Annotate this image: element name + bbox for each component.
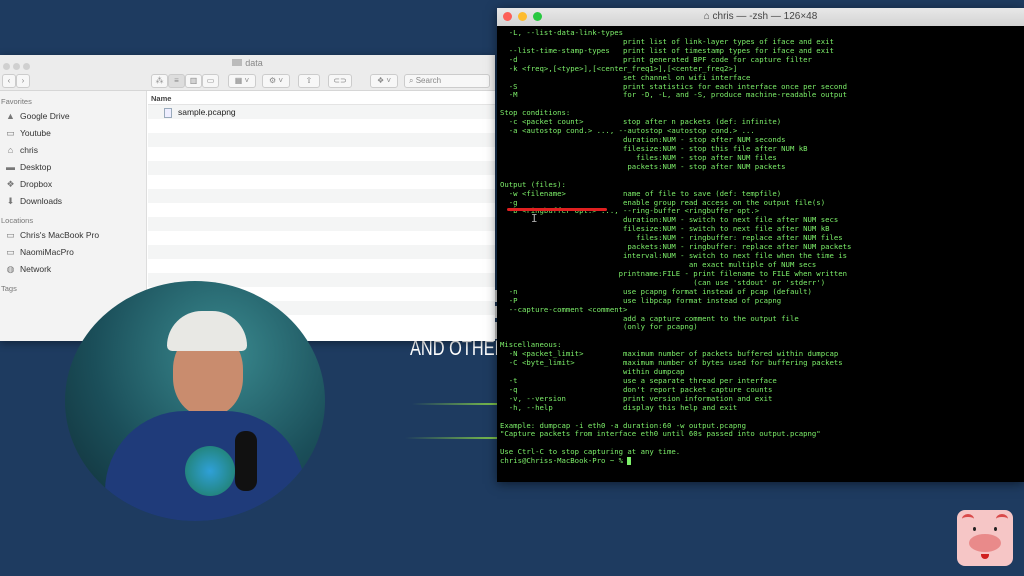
window-title: data	[245, 58, 263, 68]
empty-row	[148, 133, 495, 147]
webcam-overlay	[65, 281, 325, 521]
sidebar-item-downloads[interactable]: ⬇ Downloads	[0, 193, 146, 210]
slide-decor-line	[405, 437, 497, 439]
empty-row	[148, 161, 495, 175]
folder-icon: ▭	[6, 128, 15, 138]
gallery-view-button[interactable]: ▭	[202, 74, 219, 88]
list-view-button[interactable]: ≡	[168, 74, 185, 88]
dropbox-button[interactable]: ❖ ˅	[370, 74, 398, 88]
home-icon: ⌂	[703, 11, 713, 22]
downloads-icon: ⬇	[6, 196, 15, 206]
zoom-button[interactable]	[533, 12, 542, 21]
zoom-button[interactable]	[23, 63, 30, 70]
group-button[interactable]: ▦ ˅	[228, 74, 256, 88]
tags-header: Tags	[1, 284, 17, 293]
text-cursor-icon: I	[531, 212, 538, 225]
red-underline-annotation	[507, 208, 607, 211]
close-button[interactable]	[3, 63, 10, 70]
empty-row	[148, 217, 495, 231]
laptop-icon: ▭	[6, 230, 15, 240]
empty-row	[148, 119, 495, 133]
folder-icon	[232, 59, 243, 66]
sidebar-item-chris-s-macbook-pro[interactable]: ▭ Chris's MacBook Pro	[0, 227, 146, 244]
sidebar-item-label: chris	[20, 145, 38, 155]
sidebar-item-naomimacpro[interactable]: ▭ NaomiMacPro	[0, 244, 146, 261]
slide-decor-line	[412, 403, 497, 405]
terminal-window: ⌂ chris — -zsh — 126×48 -L, --list-data-…	[497, 8, 1024, 482]
share-button[interactable]: ⇧	[298, 74, 320, 88]
action-gear-button[interactable]: ⚙ ˅	[262, 74, 290, 88]
sidebar-item-label: Desktop	[20, 162, 52, 172]
document-icon	[164, 107, 172, 118]
tag-button[interactable]: ⊂⊃	[328, 74, 352, 88]
empty-row	[148, 231, 495, 245]
terminal-titlebar: ⌂ chris — -zsh — 126×48	[497, 8, 1024, 26]
sidebar-item-google-drive[interactable]: ▲ Google Drive	[0, 108, 146, 125]
terminal-cursor	[627, 457, 632, 466]
sidebar-item-label: Chris's MacBook Pro	[20, 230, 100, 240]
sidebar-item-label: Dropbox	[20, 179, 53, 189]
forward-button[interactable]: ›	[16, 74, 30, 88]
empty-row	[148, 189, 495, 203]
sidebar-item-network[interactable]: ◍ Network	[0, 261, 146, 278]
column-view-button[interactable]: ▥	[185, 74, 202, 88]
empty-row	[148, 203, 495, 217]
sidebar-item-desktop[interactable]: ▬ Desktop	[0, 159, 146, 176]
terminal-line: packets:NUM - stop after NUM packets	[500, 161, 786, 171]
sidebar-item-label: Network	[20, 264, 52, 274]
file-name: sample.pcapng	[178, 107, 236, 117]
sidebar-item-label: NaomiMacPro	[20, 247, 74, 257]
terminal-line: (only for pcapng)	[500, 322, 698, 332]
empty-row	[148, 245, 495, 259]
empty-row	[148, 259, 495, 273]
search-input[interactable]: ⌕ Search	[404, 74, 490, 88]
computer-icon: ▭	[6, 247, 15, 257]
sidebar-item-chris[interactable]: ⌂ chris	[0, 142, 146, 159]
home-icon: ⌂	[7, 145, 14, 155]
desktop-icon: ▬	[6, 162, 15, 172]
sidebar-item-label: Youtube	[20, 128, 51, 138]
sidebar-item-youtube[interactable]: ▭ Youtube	[0, 125, 146, 142]
back-button[interactable]: ‹	[2, 74, 16, 88]
network-icon: ◍	[6, 264, 15, 274]
finder-toolbar: ‹ › ⁂ ≡ ▥ ▭ ▦ ˅ ⚙ ˅ ⇧ ⊂⊃ ❖ ˅ ⌕ Search	[0, 71, 495, 91]
finder-titlebar: data	[0, 55, 495, 71]
minimize-button[interactable]	[518, 12, 527, 21]
cap	[167, 311, 247, 351]
terminal-line: -h, --help display this help and exit	[500, 402, 738, 412]
terminal-line: -M for -D, -L, and -S, produce machine-r…	[500, 90, 848, 100]
dropbox-icon: ❖	[6, 179, 15, 189]
search-icon: ⌕	[409, 76, 416, 85]
column-header-name[interactable]: Name	[148, 91, 495, 105]
terminal-title: chris — -zsh — 126×48	[712, 11, 818, 22]
sidebar-item-dropbox[interactable]: ❖ Dropbox	[0, 176, 146, 193]
google-drive-icon: ▲	[6, 111, 15, 121]
empty-row	[148, 175, 495, 189]
close-button[interactable]	[503, 12, 512, 21]
terminal-line: "Capture packets from interface eth0 unt…	[500, 429, 821, 439]
pig-logo	[957, 510, 1013, 566]
shell-prompt: chris@Chriss-MacBook-Pro ~ %	[500, 456, 628, 466]
minimize-button[interactable]	[13, 63, 20, 70]
sidebar-item-label: Google Drive	[20, 111, 70, 121]
terminal-output[interactable]: -L, --list-data-link-types print list of…	[497, 26, 1024, 466]
file-row[interactable]: sample.pcapng	[148, 105, 495, 119]
icon-view-button[interactable]: ⁂	[151, 74, 168, 88]
terminal-prompt-line[interactable]: chris@Chriss-MacBook-Pro ~ %	[500, 456, 1024, 466]
favorites-header: Favorites	[1, 97, 32, 106]
sidebar-item-label: Downloads	[20, 196, 63, 206]
shirt-logo	[185, 446, 235, 496]
microphone	[235, 431, 257, 491]
empty-row	[148, 147, 495, 161]
locations-header: Locations	[1, 216, 34, 225]
